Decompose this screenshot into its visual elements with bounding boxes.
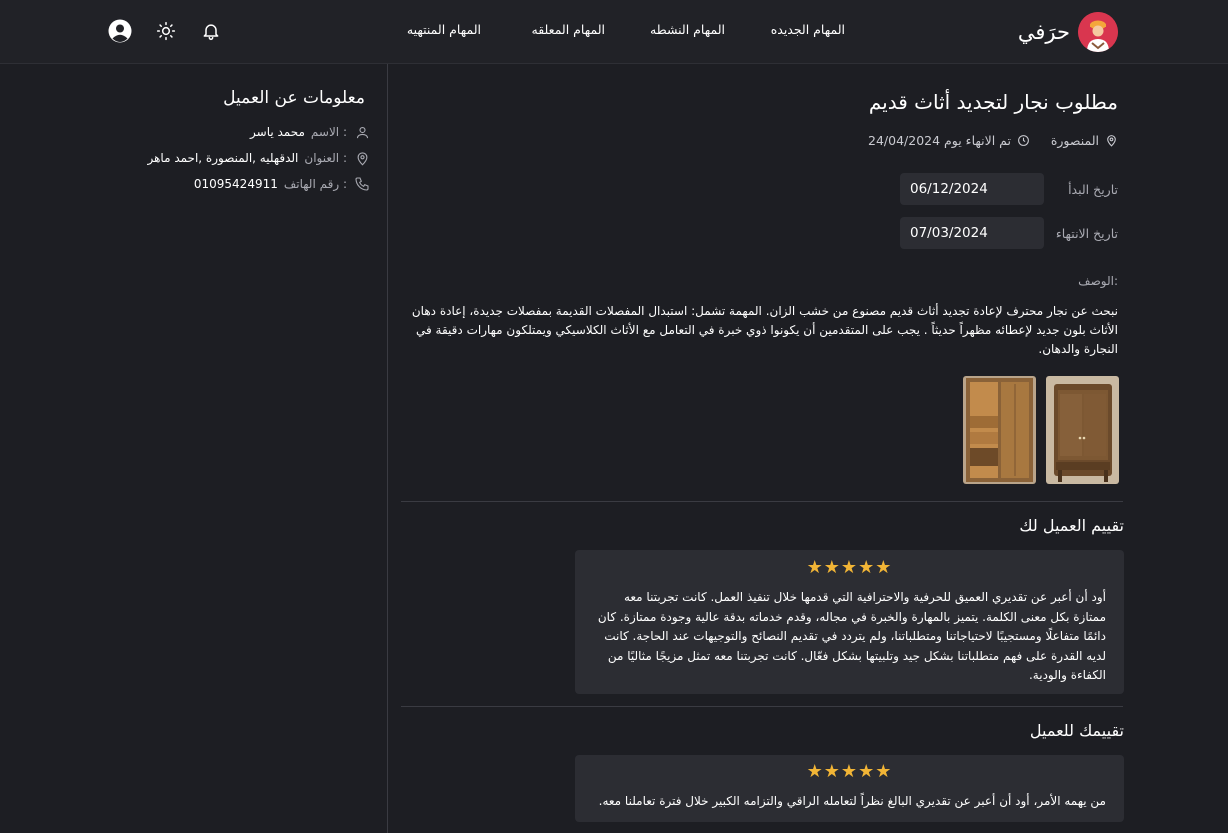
your-review-text: من يهمه الأمر، أود أن أعبر عن تقديري الب… xyxy=(598,794,1106,808)
client-address-row: العنوان : الدقهليه ,المنصورة ,احمد ماهر xyxy=(147,148,371,168)
start-date-field[interactable] xyxy=(900,173,1044,205)
task-finished-date: تم الانهاء يوم 24/04/2024 xyxy=(868,131,1030,149)
column-divider xyxy=(387,64,388,833)
task-location-text: المنصورة xyxy=(1050,132,1099,148)
client-review-text: أود أن أعبر عن تقديري العميق للحرفية وال… xyxy=(597,590,1106,682)
user-avatar-icon[interactable] xyxy=(108,19,132,43)
client-review-title: تقييم العميل لك xyxy=(1019,516,1124,535)
sun-icon[interactable] xyxy=(154,19,178,43)
phone-icon xyxy=(353,175,371,193)
client-name-value: محمد ياسر xyxy=(250,125,305,139)
task-title: مطلوب نجار لتجديد أثاث قديم xyxy=(868,90,1118,114)
craftsman-logo-icon xyxy=(1078,12,1118,52)
description-label: الوصف: xyxy=(1078,274,1118,288)
client-address-value: الدقهليه ,المنصورة ,احمد ماهر xyxy=(147,151,299,165)
furniture-photo-cabinet[interactable] xyxy=(1046,376,1119,484)
client-info-title: معلومات عن العميل xyxy=(223,88,365,108)
rating-stars: ★★★★★ xyxy=(806,761,893,782)
nav-pending-tasks[interactable]: المهام المعلقه xyxy=(532,22,606,37)
nav-active-tasks[interactable]: المهام النشطه xyxy=(650,22,725,37)
your-review-title: تقييمك للعميل xyxy=(1029,721,1124,740)
client-phone-label: رقم الهاتف : xyxy=(283,177,347,191)
location-pin-icon xyxy=(1104,133,1118,147)
clock-icon xyxy=(1016,133,1030,147)
client-address-label: العنوان : xyxy=(304,151,347,165)
section-divider xyxy=(401,706,1123,707)
user-icon xyxy=(353,123,371,141)
furniture-photo-wardrobe[interactable] xyxy=(963,376,1036,484)
your-review-card: ★★★★★ من يهمه الأمر، أود أن أعبر عن تقدي… xyxy=(575,755,1124,822)
task-location: المنصورة xyxy=(1051,131,1118,149)
brand-logo[interactable]: حرَفي xyxy=(1018,12,1118,52)
section-divider xyxy=(401,501,1123,502)
top-navbar: حرَفي المهام الجديده المهام النشطه المها… xyxy=(0,0,1228,64)
rating-stars: ★★★★★ xyxy=(806,557,893,578)
nav-new-tasks[interactable]: المهام الجديده xyxy=(771,22,845,37)
client-phone-value[interactable]: 01095424911 xyxy=(194,177,278,191)
end-date-label: تاريخ الانتهاء xyxy=(1055,226,1118,241)
bell-icon[interactable] xyxy=(199,19,223,43)
task-description: نبحث عن نجار محترف لإعادة تجديد أثاث قدي… xyxy=(411,304,1118,356)
end-date-field[interactable] xyxy=(900,217,1044,249)
brand-name: حرَفي xyxy=(1017,20,1070,44)
start-date-label: تاريخ البدأ xyxy=(1068,182,1118,197)
nav-finished-tasks[interactable]: المهام المنتهيه xyxy=(407,22,481,37)
client-name-row: الاسم : محمد ياسر xyxy=(250,122,371,142)
client-review-card: ★★★★★ أود أن أعبر عن تقديري العميق للحرف… xyxy=(575,550,1124,694)
task-finished-text: تم الانهاء يوم 24/04/2024 xyxy=(868,132,1011,148)
client-name-label: الاسم : xyxy=(310,125,347,139)
client-phone-row: رقم الهاتف : 01095424911 xyxy=(194,174,371,194)
location-pin-icon xyxy=(353,149,371,167)
